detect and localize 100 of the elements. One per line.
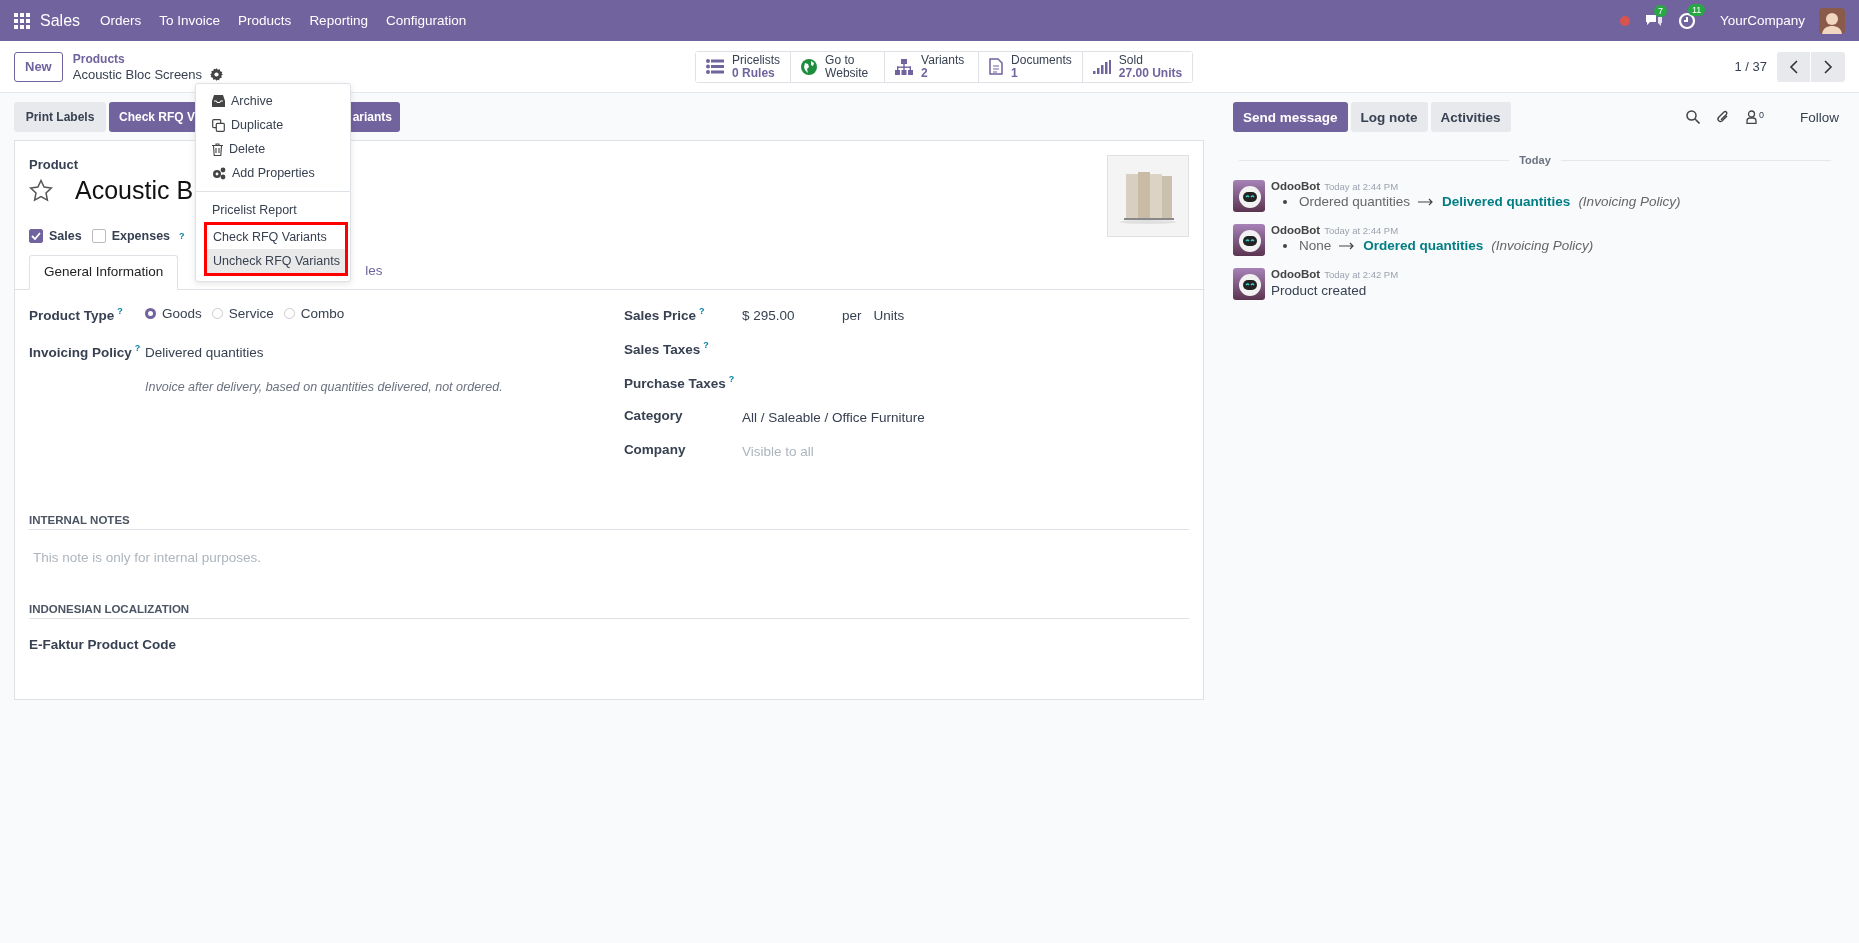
smart-button-value: 0 Rules: [732, 66, 776, 80]
status-dot-icon: [1619, 15, 1630, 26]
help-icon[interactable]: ?: [698, 306, 705, 316]
checkbox[interactable]: [91, 229, 106, 243]
list-icon: [706, 59, 725, 74]
robot-avatar-icon: [1233, 180, 1265, 212]
company-name[interactable]: YourCompany: [1719, 13, 1805, 28]
new-value: Ordered quantities: [1363, 238, 1484, 253]
bullet-icon: [1283, 243, 1287, 248]
follow-button[interactable]: Follow: [1800, 109, 1839, 125]
person-icon[interactable]: [1745, 110, 1757, 124]
help-icon[interactable]: ?: [179, 231, 185, 241]
message-author[interactable]: OdooBot: [1271, 268, 1321, 280]
user-avatar-icon[interactable]: [1819, 7, 1845, 34]
menu-item[interactable]: Check RFQ Variants: [207, 225, 345, 249]
tab[interactable]: General Information: [29, 255, 179, 290]
message-count-badge: 7: [1653, 4, 1667, 17]
action-button[interactable]: Print Labels: [14, 102, 106, 132]
nav-menu-item[interactable]: Reporting: [309, 13, 368, 28]
next-button[interactable]: [1811, 51, 1845, 82]
old-value: None: [1299, 238, 1332, 253]
unit-value: Units: [873, 308, 905, 323]
message-time: Today at 2:44 PM: [1324, 181, 1399, 192]
nav-menu-item[interactable]: Orders: [100, 13, 142, 28]
smart-button-label: Documents: [1011, 53, 1072, 67]
radio-label: Goods: [162, 306, 202, 321]
checkbox-label: Expenses: [111, 229, 171, 243]
tracked-field: (Invoicing Policy): [1491, 238, 1594, 253]
menu-item[interactable]: Add Properties: [196, 161, 350, 185]
menu-item[interactable]: Pricelist Report: [196, 198, 350, 222]
product-name: Acoustic B: [75, 176, 194, 205]
field-label: Category: [623, 408, 683, 423]
message-author[interactable]: OdooBot: [1271, 224, 1321, 236]
previous-button[interactable]: [1777, 51, 1811, 82]
field-label: Product: [29, 157, 80, 172]
field-value[interactable]: All / Saleable / Office Furniture: [741, 410, 1189, 425]
pager-counter: 1 / 37: [1734, 59, 1767, 74]
smart-button[interactable]: Pricelists 0 Rules: [696, 51, 792, 82]
checkbox-label: Sales: [49, 229, 82, 243]
help-icon[interactable]: ?: [703, 340, 709, 350]
smart-button-label: Variants: [921, 53, 965, 67]
nav-menu-item[interactable]: Products: [238, 13, 292, 28]
nav-menu-item[interactable]: To Invoice: [159, 13, 221, 28]
field-label: Invoicing Policy: [29, 344, 132, 360]
per-label: per: [841, 308, 862, 323]
apps-grid-icon[interactable]: [14, 12, 30, 29]
inbox-icon: [212, 95, 225, 107]
menu-item[interactable]: Delete: [196, 137, 350, 161]
field-hint: Invoice after delivery, based on quantities delivered, not ordered.: [145, 380, 504, 394]
smart-button-value: 27.00 Units: [1118, 66, 1183, 80]
new-value: Delivered quantities: [1442, 194, 1571, 209]
smart-button-label: Pricelists: [732, 53, 781, 67]
field-label: Sales Taxes: [623, 341, 701, 357]
breadcrumb-link[interactable]: Products: [72, 51, 125, 66]
trash-icon: [212, 142, 223, 156]
message-time: Today at 2:44 PM: [1324, 225, 1399, 236]
field-label: Purchase Taxes: [623, 375, 726, 391]
help-icon[interactable]: ?: [134, 343, 141, 353]
price-field[interactable]: $ 295.00: [741, 308, 830, 323]
radio-label: Service: [228, 306, 274, 321]
radio-label: Combo: [300, 306, 345, 321]
smart-button-value: Website: [825, 66, 869, 80]
follower-count: 0: [1758, 110, 1764, 120]
app-name[interactable]: Sales: [40, 11, 81, 30]
new-button[interactable]: New: [14, 51, 63, 82]
globe-icon: [801, 58, 818, 75]
field-value[interactable]: Delivered quantities: [145, 345, 624, 360]
arrow-right-icon: [1339, 241, 1356, 250]
section-heading: INTERNAL NOTES: [29, 514, 1189, 530]
chatter-button[interactable]: Activities: [1430, 102, 1511, 132]
chatter-button[interactable]: Log note: [1350, 102, 1428, 132]
gears-icon: [212, 166, 226, 180]
chatter-button[interactable]: Send message: [1233, 102, 1348, 132]
checkbox[interactable]: [29, 229, 43, 243]
help-icon[interactable]: ?: [728, 374, 735, 384]
nav-menu-item[interactable]: Configuration: [385, 13, 467, 28]
hierarchy-icon: [895, 58, 914, 75]
help-icon[interactable]: ?: [117, 306, 123, 316]
field-label: Company: [623, 442, 686, 457]
copy-icon: [212, 118, 225, 132]
radio-button[interactable]: [145, 308, 156, 319]
date-separator: Today: [1519, 154, 1551, 166]
star-icon[interactable]: [29, 179, 53, 202]
smart-button-value: 1: [1011, 66, 1019, 80]
smart-button-label: Sold: [1118, 53, 1144, 67]
settings-icon[interactable]: [210, 68, 224, 81]
field-label: Product Type: [29, 307, 115, 323]
tab[interactable]: les: [365, 255, 397, 290]
signal-bars-icon: [1092, 59, 1111, 74]
old-value: Ordered quantities: [1299, 194, 1411, 209]
bullet-icon: [1283, 199, 1287, 204]
record-name: Acoustic Bloc Screens: [72, 66, 203, 83]
section-heading: INDONESIAN LOCALIZATION: [29, 603, 1189, 619]
search-icon[interactable]: [1685, 110, 1700, 124]
menu-item[interactable]: Uncheck RFQ Variants: [207, 249, 345, 273]
clock-icon[interactable]: [1677, 11, 1696, 30]
robot-avatar-icon: [1233, 268, 1265, 300]
message-author[interactable]: OdooBot: [1271, 180, 1321, 192]
paperclip-icon[interactable]: [1715, 109, 1730, 125]
robot-avatar-icon: [1233, 224, 1265, 256]
